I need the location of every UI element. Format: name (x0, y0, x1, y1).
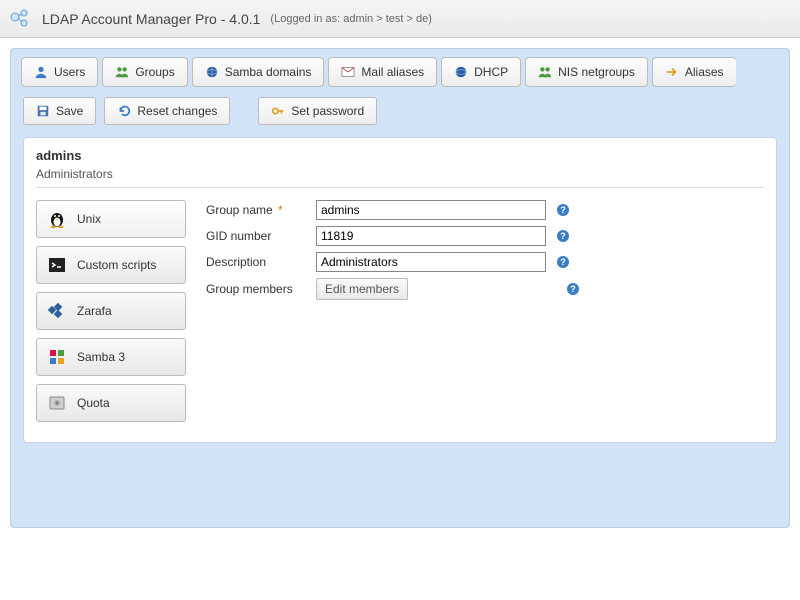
input-gid[interactable] (316, 226, 546, 246)
tab-users[interactable]: Users (21, 57, 98, 87)
group-icon (538, 65, 552, 79)
entity-name: admins (36, 148, 764, 163)
svg-text:?: ? (560, 257, 566, 267)
edit-members-button[interactable]: Edit members (316, 278, 408, 300)
tab-label: Aliases (685, 65, 724, 79)
globe-icon (205, 65, 219, 79)
app-header: LDAP Account Manager Pro - 4.0.1 (Logged… (0, 0, 800, 38)
tab-groups[interactable]: Groups (102, 57, 187, 87)
input-group-name[interactable] (316, 200, 546, 220)
app-title: LDAP Account Manager Pro - 4.0.1 (42, 11, 260, 27)
button-label: Save (56, 104, 83, 118)
sidebar-item-label: Zarafa (77, 304, 112, 318)
label-group-name: Group name * (206, 203, 316, 217)
entity-body: Unix Custom scripts Zarafa Samba 3 (36, 200, 764, 422)
sidebar-item-zarafa[interactable]: Zarafa (36, 292, 186, 330)
reset-button[interactable]: Reset changes (104, 97, 230, 125)
tab-dhcp[interactable]: DHCP (441, 57, 521, 87)
tab-label: Users (54, 65, 85, 79)
label-members: Group members (206, 282, 316, 296)
input-description[interactable] (316, 252, 546, 272)
unix-form: Group name * ? GID number ? Description … (206, 200, 764, 422)
globe-icon (454, 65, 468, 79)
content: Users Groups Samba domains Mail aliases … (0, 38, 800, 538)
sidebar-item-label: Custom scripts (77, 258, 156, 272)
row-members: Group members Edit members ? (206, 278, 764, 300)
tab-label: Groups (135, 65, 174, 79)
sidebar-item-unix[interactable]: Unix (36, 200, 186, 238)
terminal-icon (47, 255, 67, 275)
app-logo-icon (8, 7, 32, 31)
svg-text:?: ? (570, 284, 576, 294)
save-icon (36, 104, 50, 118)
entity-description: Administrators (36, 167, 764, 188)
help-icon[interactable]: ? (556, 255, 570, 269)
sidebar-item-label: Unix (77, 212, 101, 226)
required-mark: * (275, 203, 283, 217)
action-toolbar: Save Reset changes Set password (15, 97, 785, 137)
zarafa-icon (47, 301, 67, 321)
tab-samba-domains[interactable]: Samba domains (192, 57, 325, 87)
set-password-button[interactable]: Set password (258, 97, 377, 125)
label-gid: GID number (206, 229, 316, 243)
main-tabs: Users Groups Samba domains Mail aliases … (15, 57, 785, 87)
arrow-right-icon (665, 65, 679, 79)
row-gid: GID number ? (206, 226, 764, 246)
sidebar-item-quota[interactable]: Quota (36, 384, 186, 422)
help-icon[interactable]: ? (566, 282, 580, 296)
tab-label: Samba domains (225, 65, 312, 79)
tab-nis-netgroups[interactable]: NIS netgroups (525, 57, 648, 87)
disk-icon (47, 393, 67, 413)
group-icon (115, 65, 129, 79)
mail-icon (341, 65, 355, 79)
button-label: Reset changes (137, 104, 217, 118)
button-label: Set password (291, 104, 364, 118)
undo-icon (117, 104, 131, 118)
entity-card: admins Administrators Unix Custom script… (23, 137, 777, 443)
key-icon (271, 104, 285, 118)
tab-aliases[interactable]: Aliases (652, 57, 736, 87)
tab-mail-aliases[interactable]: Mail aliases (328, 57, 437, 87)
user-icon (34, 65, 48, 79)
windows-icon (47, 347, 67, 367)
label-description: Description (206, 255, 316, 269)
help-icon[interactable]: ? (556, 229, 570, 243)
help-icon[interactable]: ? (556, 203, 570, 217)
tux-icon (47, 209, 67, 229)
main-panel: Users Groups Samba domains Mail aliases … (10, 48, 790, 528)
svg-text:?: ? (560, 205, 566, 215)
row-description: Description ? (206, 252, 764, 272)
tab-label: Mail aliases (361, 65, 424, 79)
row-group-name: Group name * ? (206, 200, 764, 220)
svg-text:?: ? (560, 231, 566, 241)
tab-label: DHCP (474, 65, 508, 79)
save-button[interactable]: Save (23, 97, 96, 125)
sidebar-item-custom-scripts[interactable]: Custom scripts (36, 246, 186, 284)
module-sidebar: Unix Custom scripts Zarafa Samba 3 (36, 200, 186, 422)
tab-label: NIS netgroups (558, 65, 635, 79)
login-info: (Logged in as: admin > test > de) (270, 13, 431, 25)
sidebar-item-samba3[interactable]: Samba 3 (36, 338, 186, 376)
sidebar-item-label: Quota (77, 396, 110, 410)
sidebar-item-label: Samba 3 (77, 350, 125, 364)
